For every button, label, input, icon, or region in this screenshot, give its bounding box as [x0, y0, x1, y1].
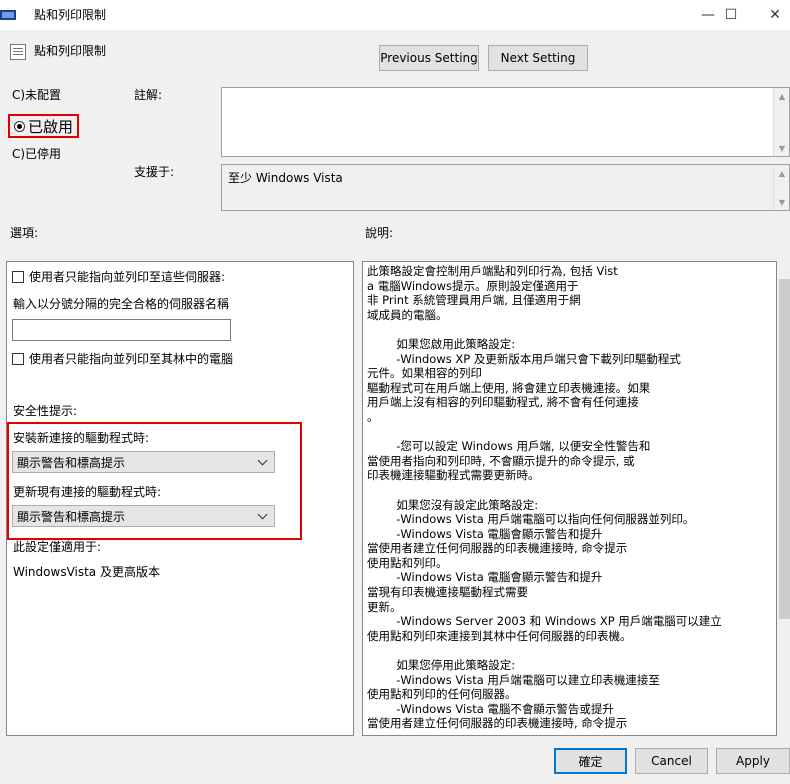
chevron-down-icon	[257, 509, 268, 519]
policy-name: 點和列印限制	[34, 44, 107, 58]
apply-button[interactable]: Apply	[716, 748, 790, 774]
install-drivers-label: 安裝新連接的驅動程式時:	[13, 431, 150, 445]
scroll-up-icon[interactable]: ▲	[774, 165, 790, 181]
radio-disabled-label: C)已停用	[12, 147, 62, 161]
options-panel: 使用者只能指向並列印至這些伺服器: 輸入以分號分隔的完全合格的伺服器名稱 使用者…	[6, 261, 354, 736]
checkbox-icon[interactable]	[12, 270, 24, 283]
supported-box: 至少 Windows Vista ▲ ▼	[221, 164, 790, 211]
options-label: 選項:	[10, 226, 39, 240]
update-drivers-label: 更新現有連接的驅動程式時:	[13, 485, 162, 499]
radio-enabled-label: 已啟用	[28, 117, 74, 136]
help-panel: 此策略設定會控制用戶端點和列印行為, 包括 Vist a 電腦Windows提示…	[362, 261, 777, 736]
help-scrollbar-thumb[interactable]	[779, 279, 790, 619]
scroll-down-icon[interactable]: ▼	[774, 140, 790, 156]
server-names-input[interactable]	[12, 319, 231, 341]
install-drivers-value: 顯示警告和標高提示	[17, 455, 126, 470]
update-drivers-value: 顯示警告和標高提示	[17, 509, 126, 524]
title-bar: 點和列印限制 — ☐ ✕	[0, 0, 790, 30]
policy-icon	[10, 44, 26, 60]
applies-to-label: 此設定僅適用于:	[13, 540, 102, 554]
checkbox-forest-only-label: 使用者只能指向並列印至其林中的電腦	[29, 352, 234, 366]
applies-to-value: WindowsVista 及更高版本	[13, 565, 160, 579]
update-drivers-select[interactable]: 顯示警告和標高提示	[12, 505, 275, 527]
chevron-down-icon	[257, 455, 268, 465]
checkbox-only-these-servers[interactable]: 使用者只能指向並列印至這些伺服器:	[12, 268, 225, 285]
radio-not-configured-label: C)未配置	[12, 88, 62, 102]
help-label: 說明:	[365, 226, 394, 240]
scroll-up-icon[interactable]: ▲	[774, 88, 790, 104]
supported-label: 支援于:	[134, 165, 175, 179]
supported-scrollbar[interactable]: ▲ ▼	[773, 165, 789, 210]
server-names-label: 輸入以分號分隔的完全合格的伺服器名稱	[13, 297, 230, 311]
radio-disabled[interactable]: C)已停用	[12, 145, 61, 162]
app-icon	[0, 10, 16, 20]
comment-textarea[interactable]: ▲ ▼	[221, 87, 790, 157]
checkbox-icon[interactable]	[12, 352, 24, 365]
comment-scrollbar[interactable]: ▲ ▼	[773, 88, 789, 156]
checkbox-only-these-servers-label: 使用者只能指向並列印至這些伺服器:	[29, 270, 226, 284]
ok-button[interactable]: 確定	[554, 748, 627, 774]
radio-selected-icon	[14, 120, 25, 132]
previous-setting-button[interactable]: Previous Setting	[379, 45, 479, 71]
checkbox-forest-only[interactable]: 使用者只能指向並列印至其林中的電腦	[12, 350, 233, 367]
radio-not-configured[interactable]: C)未配置	[12, 86, 61, 103]
comment-label: 註解:	[134, 88, 163, 102]
install-drivers-select[interactable]: 顯示警告和標高提示	[12, 451, 275, 473]
cancel-button[interactable]: Cancel	[635, 748, 708, 774]
help-text: 此策略設定會控制用戶端點和列印行為, 包括 Vist a 電腦Windows提示…	[367, 264, 722, 731]
security-prompts-label: 安全性提示:	[13, 404, 78, 418]
next-setting-button[interactable]: Next Setting	[488, 45, 588, 71]
help-scrollbar[interactable]	[777, 261, 790, 736]
radio-enabled[interactable]: 已啟用	[8, 114, 80, 138]
close-button[interactable]: ✕	[760, 4, 790, 26]
window-title: 點和列印限制	[34, 8, 107, 22]
scroll-down-icon[interactable]: ▼	[774, 194, 790, 210]
supported-value: 至少 Windows Vista	[228, 171, 343, 185]
maximize-button[interactable]: ☐	[716, 4, 746, 26]
